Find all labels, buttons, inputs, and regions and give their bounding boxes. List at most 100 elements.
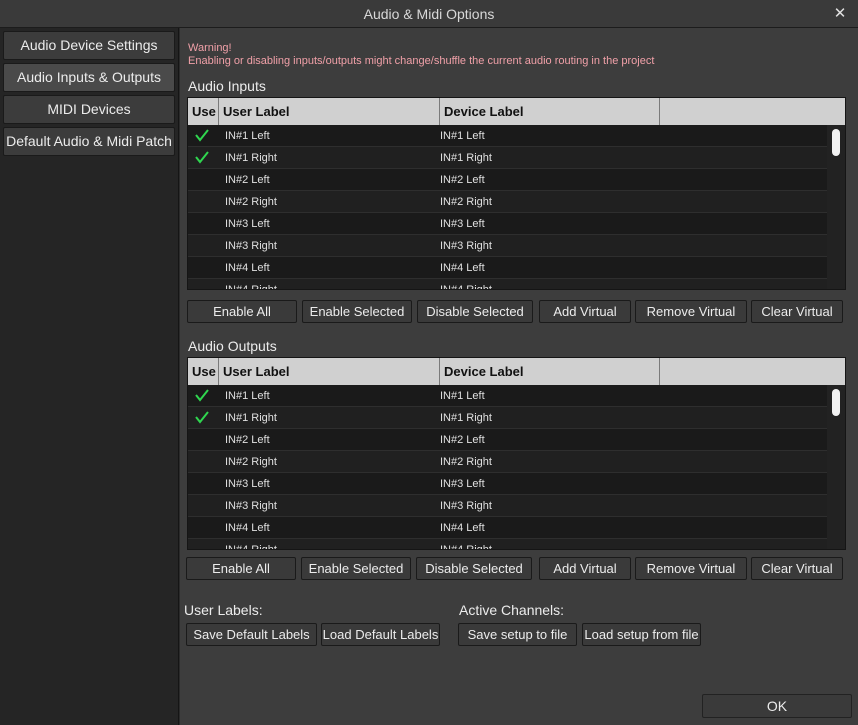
user-label-cell[interactable]: IN#1 Left [225, 125, 270, 147]
outputs-remove-virtual-button[interactable]: Remove Virtual [635, 557, 747, 580]
sidebar-item-midi-devices[interactable]: MIDI Devices [3, 95, 175, 124]
inputs-clear-virtual-button[interactable]: Clear Virtual [751, 300, 843, 323]
user-label-cell[interactable]: IN#1 Right [225, 407, 277, 429]
save-setup-button[interactable]: Save setup to file [458, 623, 577, 646]
audio-outputs-rows: IN#1 Left IN#1 Left IN#1 Right IN#1 Right IN… [188, 385, 829, 549]
user-label-cell[interactable]: IN#2 Right [225, 451, 277, 473]
use-checkbox[interactable] [194, 408, 210, 426]
column-header-use[interactable]: Use [188, 98, 219, 125]
user-label-cell[interactable]: IN#3 Left [225, 473, 270, 495]
vertical-scrollbar[interactable] [827, 385, 845, 549]
scrollbar-thumb[interactable] [832, 389, 840, 416]
device-label-cell: IN#2 Right [440, 196, 492, 208]
user-label-cell[interactable]: IN#4 Left [225, 517, 270, 539]
table-row[interactable]: IN#1 Left IN#1 Left [188, 125, 829, 147]
sidebar-item-audio-device-settings[interactable]: Audio Device Settings [3, 31, 175, 60]
use-checkbox[interactable] [194, 386, 210, 404]
table-row[interactable]: IN#1 Left IN#1 Left [188, 385, 829, 407]
outputs-enable-selected-button[interactable]: Enable Selected [301, 557, 411, 580]
table-row[interactable]: IN#2 Left IN#2 Left [188, 169, 829, 191]
user-label-cell[interactable]: IN#4 Right [225, 539, 277, 549]
table-row[interactable]: IN#3 Right IN#3 Right [188, 495, 829, 517]
table-row[interactable]: IN#2 Left IN#2 Left [188, 429, 829, 451]
use-checkbox[interactable] [194, 496, 210, 514]
outputs-clear-virtual-button[interactable]: Clear Virtual [751, 557, 843, 580]
use-checkbox[interactable] [194, 452, 210, 470]
load-setup-button[interactable]: Load setup from file [582, 623, 701, 646]
user-label-cell[interactable]: IN#3 Right [225, 235, 277, 257]
ok-button[interactable]: OK [702, 694, 852, 718]
table-row[interactable]: IN#4 Left IN#4 Left [188, 517, 829, 539]
column-header-device-label[interactable]: Device Label [440, 98, 660, 125]
close-icon[interactable]: ✕ [832, 0, 848, 28]
device-label-cell: IN#3 Left [440, 478, 485, 490]
sidebar: Audio Device Settings Audio Inputs & Out… [0, 28, 179, 725]
device-label-cell: IN#1 Left [440, 390, 485, 402]
device-label-cell: IN#1 Left [440, 130, 485, 142]
device-label-cell: IN#4 Left [440, 262, 485, 274]
use-checkbox[interactable] [194, 192, 210, 210]
vertical-scrollbar[interactable] [827, 125, 845, 289]
user-label-cell[interactable]: IN#1 Left [225, 385, 270, 407]
use-checkbox[interactable] [194, 170, 210, 188]
device-label-cell: IN#3 Right [440, 240, 492, 252]
user-label-cell[interactable]: IN#4 Right [225, 279, 277, 289]
use-checkbox[interactable] [194, 280, 210, 289]
scrollbar-thumb[interactable] [832, 129, 840, 156]
table-row[interactable]: IN#4 Left IN#4 Left [188, 257, 829, 279]
column-header-device-label[interactable]: Device Label [440, 358, 660, 385]
device-label-cell: IN#4 Left [440, 522, 485, 534]
table-row[interactable]: IN#2 Right IN#2 Right [188, 451, 829, 473]
inputs-add-virtual-button[interactable]: Add Virtual [539, 300, 631, 323]
user-label-cell[interactable]: IN#2 Left [225, 169, 270, 191]
use-checkbox[interactable] [194, 258, 210, 276]
table-row[interactable]: IN#3 Left IN#3 Left [188, 213, 829, 235]
audio-outputs-table: Use User Label Device Label IN#1 Left IN#… [187, 357, 846, 550]
user-label-cell[interactable]: IN#2 Left [225, 429, 270, 451]
use-checkbox[interactable] [194, 148, 210, 166]
table-row[interactable]: IN#4 Right IN#4 Right [188, 539, 829, 549]
use-checkbox[interactable] [194, 126, 210, 144]
use-checkbox[interactable] [194, 518, 210, 536]
table-row[interactable]: IN#3 Left IN#3 Left [188, 473, 829, 495]
column-header-user-label[interactable]: User Label [219, 358, 440, 385]
checkmark-icon [195, 389, 209, 402]
inputs-remove-virtual-button[interactable]: Remove Virtual [635, 300, 747, 323]
use-checkbox[interactable] [194, 474, 210, 492]
table-row[interactable]: IN#3 Right IN#3 Right [188, 235, 829, 257]
save-default-labels-button[interactable]: Save Default Labels [186, 623, 317, 646]
title-bar: Audio & Midi Options ✕ [0, 0, 858, 28]
table-header: Use User Label Device Label [188, 358, 845, 385]
active-channels-title: Active Channels: [459, 602, 565, 618]
use-checkbox[interactable] [194, 214, 210, 232]
warning-text: Enabling or disabling inputs/outputs mig… [188, 55, 655, 67]
outputs-enable-all-button[interactable]: Enable All [186, 557, 296, 580]
user-label-cell[interactable]: IN#3 Left [225, 213, 270, 235]
user-label-cell[interactable]: IN#4 Left [225, 257, 270, 279]
inputs-enable-selected-button[interactable]: Enable Selected [302, 300, 412, 323]
sidebar-item-audio-inputs-outputs[interactable]: Audio Inputs & Outputs [3, 63, 175, 92]
user-labels-title: User Labels: [184, 602, 263, 618]
column-header-user-label[interactable]: User Label [219, 98, 440, 125]
use-checkbox[interactable] [194, 430, 210, 448]
column-header-use[interactable]: Use [188, 358, 219, 385]
table-row[interactable]: IN#1 Right IN#1 Right [188, 407, 829, 429]
outputs-add-virtual-button[interactable]: Add Virtual [539, 557, 631, 580]
table-row[interactable]: IN#1 Right IN#1 Right [188, 147, 829, 169]
user-label-cell[interactable]: IN#1 Right [225, 147, 277, 169]
device-label-cell: IN#2 Right [440, 456, 492, 468]
user-label-cell[interactable]: IN#3 Right [225, 495, 277, 517]
load-default-labels-button[interactable]: Load Default Labels [321, 623, 440, 646]
sidebar-item-default-patch[interactable]: Default Audio & Midi Patch [3, 127, 175, 156]
table-row[interactable]: IN#4 Right IN#4 Right [188, 279, 829, 289]
device-label-cell: IN#1 Right [440, 412, 492, 424]
table-header: Use User Label Device Label [188, 98, 845, 125]
use-checkbox[interactable] [194, 236, 210, 254]
use-checkbox[interactable] [194, 540, 210, 549]
table-row[interactable]: IN#2 Right IN#2 Right [188, 191, 829, 213]
user-label-cell[interactable]: IN#2 Right [225, 191, 277, 213]
outputs-disable-selected-button[interactable]: Disable Selected [416, 557, 532, 580]
inputs-enable-all-button[interactable]: Enable All [187, 300, 297, 323]
inputs-disable-selected-button[interactable]: Disable Selected [417, 300, 533, 323]
audio-inputs-title: Audio Inputs [188, 78, 266, 94]
